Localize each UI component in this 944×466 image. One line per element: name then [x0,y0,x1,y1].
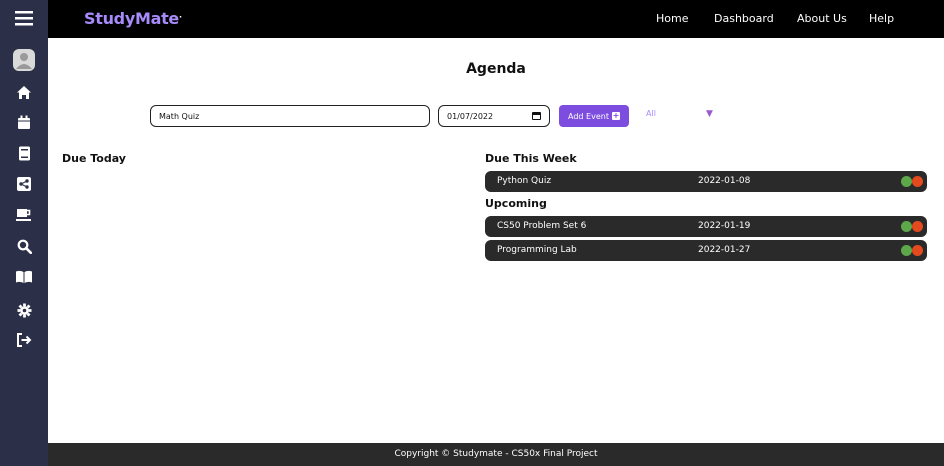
page-title: Agenda [466,61,526,77]
event-name: CS50 Problem Set 6 [497,221,587,231]
nav-help[interactable]: Help [869,12,894,25]
home-icon[interactable] [0,80,48,104]
add-event-button[interactable]: Add Event + [559,105,629,127]
delete-button[interactable] [912,221,923,232]
calendar-picker-icon[interactable] [532,112,541,120]
due-this-week-heading: Due This Week [485,152,577,165]
event-name-input[interactable] [150,105,430,127]
brand-name: StudyMate [84,9,179,28]
footer-copyright: Copyright © Studymate - CS50x Final Proj… [394,449,598,459]
notebook-icon[interactable] [0,141,48,165]
add-event-label: Add Event [568,111,609,121]
search-icon[interactable] [0,234,48,258]
upcoming-heading: Upcoming [485,197,547,210]
date-value: 01/07/2022 [447,111,494,121]
calendar-icon[interactable] [0,110,48,134]
nav-home[interactable]: Home [656,12,688,25]
coffee-icon[interactable] [0,203,48,227]
footer: Copyright © Studymate - CS50x Final Proj… [48,443,944,466]
event-row[interactable]: Programming Lab 2022-01-27 [485,240,927,261]
event-name: Python Quiz [497,176,552,186]
due-today-heading: Due Today [62,152,126,165]
share-icon[interactable] [0,172,48,196]
top-navbar: StudyMate. Home Dashboard About Us Help [48,0,944,38]
complete-button[interactable] [901,221,912,232]
event-date: 2022-01-08 [698,176,751,186]
plus-icon: + [611,111,620,120]
event-row[interactable]: CS50 Problem Set 6 2022-01-19 [485,216,927,237]
filter-select[interactable]: All ▼ [646,109,716,123]
event-name: Programming Lab [497,245,577,255]
event-date-input[interactable]: 01/07/2022 [438,105,550,127]
delete-button[interactable] [912,176,923,187]
logout-icon[interactable] [0,328,48,352]
event-date: 2022-01-19 [698,221,751,231]
nav-about-us[interactable]: About Us [797,12,847,25]
complete-button[interactable] [901,176,912,187]
nav-dashboard[interactable]: Dashboard [714,12,774,25]
brand-mark: . [178,10,182,20]
filter-value: All [646,109,656,118]
menu-icon[interactable] [0,6,48,30]
gear-icon[interactable] [0,298,48,322]
avatar[interactable] [0,48,48,72]
brand-logo[interactable]: StudyMate. [84,9,182,28]
dropdown-arrow-icon: ▼ [706,109,713,119]
event-row[interactable]: Python Quiz 2022-01-08 [485,171,927,192]
book-icon[interactable] [0,265,48,289]
complete-button[interactable] [901,245,912,256]
delete-button[interactable] [912,245,923,256]
event-date: 2022-01-27 [698,245,751,255]
sidebar [0,0,48,466]
